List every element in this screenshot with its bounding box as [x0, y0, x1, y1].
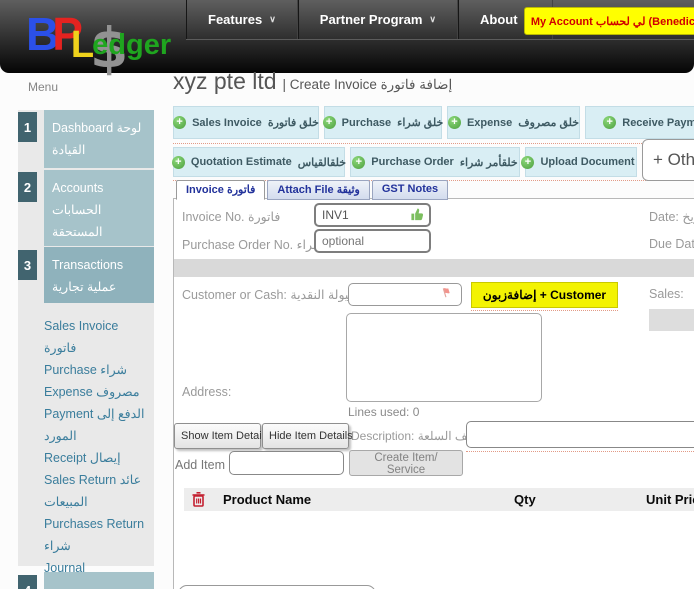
- create-sales-invoice-button[interactable]: + Sales Invoice خلق فاتورة: [173, 106, 319, 139]
- action-buttons-row2: + Quotation Estimate خلقالقياس + Purchas…: [173, 147, 637, 177]
- plus-icon: +: [352, 156, 365, 169]
- thumbs-up-icon: [410, 207, 425, 227]
- nav-item-label: About: [480, 12, 518, 27]
- due-date-label: Due Date:: [649, 237, 694, 251]
- logo-letter-l: L: [71, 24, 94, 66]
- sidebar-link-expense[interactable]: Expense مصروف: [44, 381, 150, 403]
- button-label: Receive Payment: [622, 117, 694, 129]
- section-divider-bar: [174, 259, 694, 277]
- plus-icon: +: [521, 156, 534, 169]
- button-label-ar: خلقأمر شراء: [460, 156, 518, 169]
- trash-icon: [192, 492, 205, 512]
- page-title: xyz pte ltd | Create Invoice إضافة فاتور…: [173, 68, 452, 95]
- add-customer-button[interactable]: إضافةزبون + Customer: [471, 282, 618, 308]
- column-header-product-name: Product Name: [223, 492, 311, 507]
- dotted-line: [471, 310, 618, 311]
- logo-text-edger: edger: [92, 29, 171, 61]
- sidebar-link-payment[interactable]: Payment الدفع إلى المورد: [44, 403, 150, 447]
- sidebar-item-dashboard[interactable]: Dashboard لوحة القيادة: [44, 110, 154, 168]
- app-root: $BPLedger Features ∨ Partner Program ∨ A…: [0, 0, 694, 589]
- sidebar-badge-1: 1: [18, 112, 37, 142]
- sidebar-item-section-4[interactable]: [44, 572, 154, 589]
- sidebar-link-receipt[interactable]: Receipt إيصال: [44, 447, 150, 469]
- create-item-service-button[interactable]: Create Item/ Service: [349, 450, 463, 476]
- sidebar-link-purchase[interactable]: Purchase شراء: [44, 359, 150, 381]
- nav-item-partner-program[interactable]: Partner Program ∨: [298, 0, 458, 39]
- show-item-details-button[interactable]: Show Item Details: [174, 423, 261, 449]
- sales-label: Sales:: [649, 287, 684, 301]
- button-label-ar: خلق مصروف: [518, 116, 579, 129]
- nav-item-label: Features: [208, 12, 262, 27]
- address-textarea[interactable]: [346, 313, 542, 402]
- button-label: Expense: [467, 117, 512, 129]
- dotted-line: [466, 451, 694, 452]
- nav-item-label: Partner Program: [320, 12, 423, 27]
- description-label: Description: وصف السلعة: [351, 429, 483, 443]
- button-label: Sales Invoice: [192, 117, 262, 129]
- invoice-no-label: Invoice No. فاتورة: [182, 209, 280, 224]
- top-navigation: Features ∨ Partner Program ∨ About ∨: [186, 0, 553, 39]
- top-header: $BPLedger Features ∨ Partner Program ∨ A…: [0, 0, 694, 73]
- sidebar-links: Sales Invoice فاتورة Purchase شراء Expen…: [18, 303, 154, 579]
- chevron-down-icon: ∨: [429, 14, 436, 25]
- plus-icon: +: [173, 116, 186, 129]
- others-button[interactable]: + Others: [642, 139, 694, 181]
- lines-used-label: Lines used: 0: [348, 405, 419, 419]
- create-expense-button[interactable]: + Expense خلق مصروف: [447, 106, 580, 139]
- menu-label: Menu: [28, 80, 58, 94]
- add-item-input[interactable]: [229, 451, 344, 475]
- purchase-order-no-input[interactable]: [314, 229, 431, 253]
- nav-item-features[interactable]: Features ∨: [186, 0, 298, 39]
- page-subtitle: | Create Invoice إضافة فاتورة: [283, 77, 453, 93]
- sidebar-badge-3: 3: [18, 250, 37, 280]
- address-label: Address:: [182, 385, 231, 399]
- invoice-form-panel: Invoice No. فاتورة Date: تاريخ Purchase …: [173, 198, 694, 589]
- button-label-ar: خلقالقياس: [298, 156, 346, 169]
- create-purchase-button[interactable]: + Purchase خلق شراء: [324, 106, 442, 139]
- create-quotation-estimate-button[interactable]: + Quotation Estimate خلقالقياس: [173, 147, 345, 177]
- sales-value-box: [649, 309, 694, 331]
- items-table-header: Product Name Qty Unit Price: [184, 488, 694, 511]
- bottom-partial-field: [178, 585, 376, 589]
- my-account-button[interactable]: My Account لي لحساب (Benedict Pa: [524, 7, 694, 35]
- button-label: Upload Document: [540, 156, 634, 168]
- button-label-ar: خلق شراء: [397, 116, 443, 129]
- sidebar-item-transactions[interactable]: Transactions عملية تجارية: [44, 247, 154, 303]
- sidebar-link-sales-return[interactable]: Sales Return عائد المبيعات: [44, 469, 150, 513]
- description-input[interactable]: [466, 421, 694, 448]
- upload-document-button[interactable]: + Upload Document: [525, 147, 637, 177]
- tab-attach-file[interactable]: Attach File وثيقة: [267, 180, 369, 200]
- flag-icon: [437, 286, 451, 305]
- tab-invoice[interactable]: Invoice فاتورة: [176, 180, 265, 200]
- create-purchase-order-button[interactable]: + Purchase Order خلقأمر شراء: [350, 147, 520, 177]
- button-label-ar: خلق فاتورة: [268, 116, 319, 129]
- hide-item-details-button[interactable]: Hide Item Details: [262, 423, 349, 449]
- button-label: Quotation Estimate: [191, 156, 292, 168]
- plus-icon: +: [603, 116, 616, 129]
- button-label: Purchase Order: [371, 156, 454, 168]
- plus-icon: +: [323, 116, 336, 129]
- sidebar-badge-4: 4: [18, 575, 37, 589]
- add-item-label: Add Item: [175, 458, 225, 472]
- column-header-unit-price: Unit Price: [646, 492, 694, 507]
- chevron-down-icon: ∨: [269, 14, 276, 25]
- button-label: Purchase: [342, 117, 392, 129]
- bpledger-logo: $BPLedger: [26, 2, 171, 78]
- action-buttons-row1: + Sales Invoice خلق فاتورة + Purchase خل…: [173, 106, 694, 139]
- date-label: Date: تاريخ: [649, 209, 694, 224]
- nav-divider: [186, 39, 694, 40]
- sidebar-link-sales-invoice[interactable]: Sales Invoice فاتورة: [44, 315, 150, 359]
- invoice-tabs: Invoice فاتورة Attach File وثيقة GST Not…: [176, 180, 448, 200]
- plus-icon: +: [172, 156, 185, 169]
- tab-gst-notes[interactable]: GST Notes: [372, 180, 448, 200]
- plus-icon: +: [448, 116, 461, 129]
- company-name: xyz pte ltd: [173, 68, 277, 95]
- column-header-qty: Qty: [514, 492, 536, 507]
- sidebar-badge-2: 2: [18, 172, 37, 202]
- sidebar-link-purchases-return[interactable]: Purchases Return شراء: [44, 513, 150, 557]
- receive-payment-button[interactable]: + Receive Payment: [585, 106, 694, 139]
- sidebar-item-accounts[interactable]: Accounts الحسابات المستحقة: [44, 170, 154, 246]
